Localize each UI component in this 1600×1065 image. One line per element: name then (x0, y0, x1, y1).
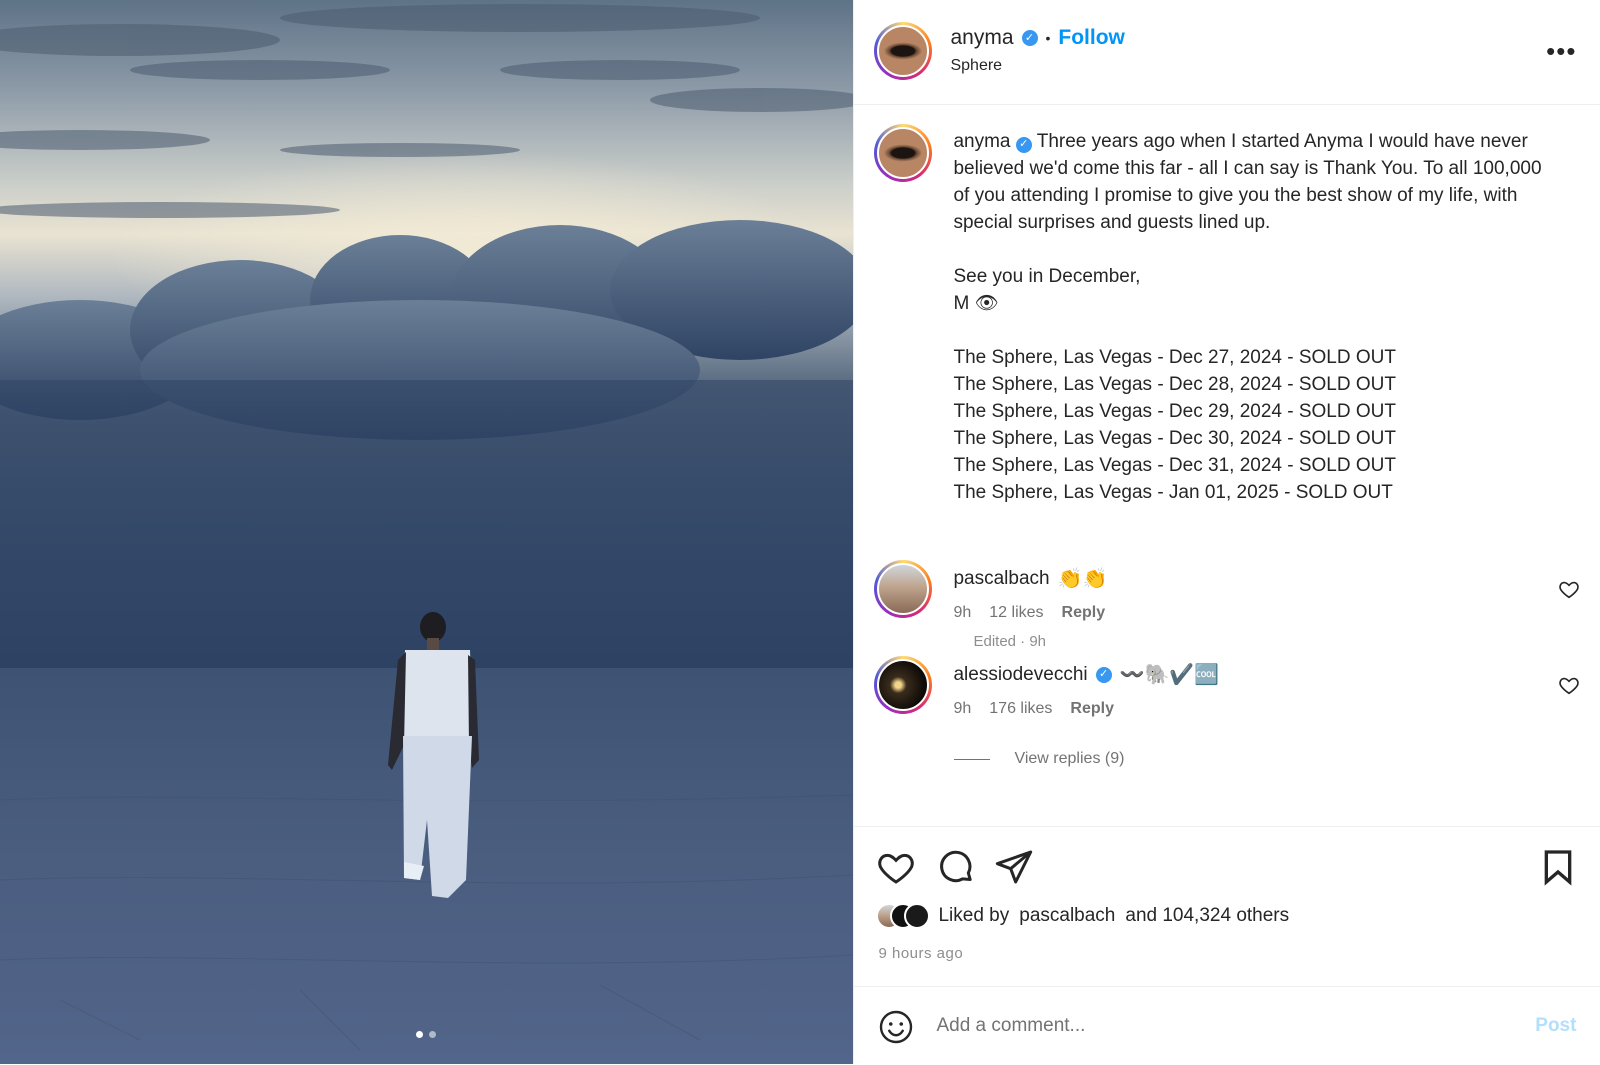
verified-badge-icon: ✓ (1095, 666, 1112, 683)
comment-text: 👏👏 (1057, 568, 1108, 590)
liked-avatars (876, 903, 931, 929)
comment-line: pascalbach 👏👏 (953, 566, 1107, 591)
avatar[interactable] (874, 124, 933, 182)
avatar-image (877, 563, 930, 615)
carousel-dot-2[interactable] (429, 1031, 436, 1038)
desert-scene-illustration (0, 4, 854, 1064)
liker-avatar (904, 903, 931, 929)
replies-divider (954, 758, 991, 760)
caption-username[interactable]: anyma (953, 131, 1010, 152)
avatar-image (877, 25, 930, 77)
post-timestamp: 9 hours ago (878, 945, 964, 962)
liked-by-prefix: Liked by (938, 905, 1010, 926)
comment-meta: 9h 176 likes Reply (953, 700, 1114, 718)
caption-body: Three years ago when I started Anyma I w… (953, 131, 1542, 503)
add-comment-bar: Post (854, 986, 1600, 1065)
avatar-image (877, 127, 930, 179)
more-options-icon[interactable]: ••• (1546, 36, 1576, 67)
verified-badge-icon: ✓ (1021, 30, 1038, 46)
like-heart-icon[interactable] (876, 847, 916, 887)
follow-button[interactable]: Follow (1058, 26, 1125, 50)
comment-time: 9h (953, 700, 972, 717)
post-image[interactable] (0, 0, 854, 1064)
comment-text: 〰️🐘✔️🆒 (1119, 664, 1220, 686)
like-comment-heart-icon[interactable] (1558, 578, 1580, 600)
comment-input[interactable] (934, 1007, 1499, 1045)
bookmark-icon[interactable] (1538, 847, 1578, 887)
view-replies-label: View replies (9) (1014, 750, 1125, 767)
caption-text: anyma ✓ Three years ago when I started A… (953, 128, 1553, 506)
edited-timestamp: Edited · 9h (973, 633, 1047, 650)
comment-item: pascalbach 👏👏 9h 12 likes Reply (874, 560, 1580, 622)
carousel-dot-1[interactable] (416, 1031, 423, 1038)
verified-badge-icon: ✓ (1015, 136, 1032, 153)
post-comment-button[interactable]: Post (1535, 1015, 1576, 1037)
comment-likes[interactable]: 176 likes (989, 700, 1052, 718)
location-link[interactable]: Sphere (950, 57, 1002, 75)
view-replies-button[interactable]: View replies (9) (954, 750, 1124, 768)
carousel-indicator (416, 1031, 436, 1038)
instagram-post-view: anyma ✓ • Follow Sphere ••• anyma ✓ Thre… (0, 0, 1600, 1064)
comment-time: 9h (953, 604, 972, 621)
action-bar: Liked by pascalbach and 104,324 others 9… (854, 826, 1600, 997)
like-comment-heart-icon[interactable] (1558, 674, 1580, 696)
avatar[interactable] (874, 560, 933, 618)
reply-button[interactable]: Reply (1070, 700, 1114, 718)
comment-meta: 9h 12 likes Reply (953, 604, 1105, 622)
share-send-icon[interactable] (994, 847, 1034, 887)
reply-button[interactable]: Reply (1062, 604, 1106, 622)
comment-username[interactable]: pascalbach (953, 568, 1049, 590)
comment-username[interactable]: alessiodevecchi (953, 664, 1087, 686)
comment-line: alessiodevecchi ✓ 〰️🐘✔️🆒 (953, 662, 1219, 687)
post-sidebar: anyma ✓ • Follow Sphere ••• anyma ✓ Thre… (853, 0, 1600, 1064)
comment-likes[interactable]: 12 likes (989, 604, 1043, 622)
emoji-smiley-icon[interactable] (878, 1009, 914, 1045)
avatar-image (877, 659, 930, 711)
liked-by-user[interactable]: pascalbach (1019, 905, 1115, 927)
post-header: anyma ✓ • Follow Sphere ••• (854, 0, 1600, 105)
liked-by: Liked by pascalbach and 104,324 others (876, 903, 1289, 929)
avatar[interactable] (874, 656, 933, 714)
header-user: anyma ✓ • Follow (950, 26, 1124, 50)
avatar[interactable] (874, 22, 933, 80)
comment-item: alessiodevecchi ✓ 〰️🐘✔️🆒 9h 176 likes Re… (874, 656, 1580, 718)
comment-bubble-icon[interactable] (936, 847, 976, 887)
liked-by-count[interactable]: and 104,324 others (1125, 905, 1289, 927)
username[interactable]: anyma (950, 26, 1013, 50)
separator: • (1045, 30, 1051, 46)
